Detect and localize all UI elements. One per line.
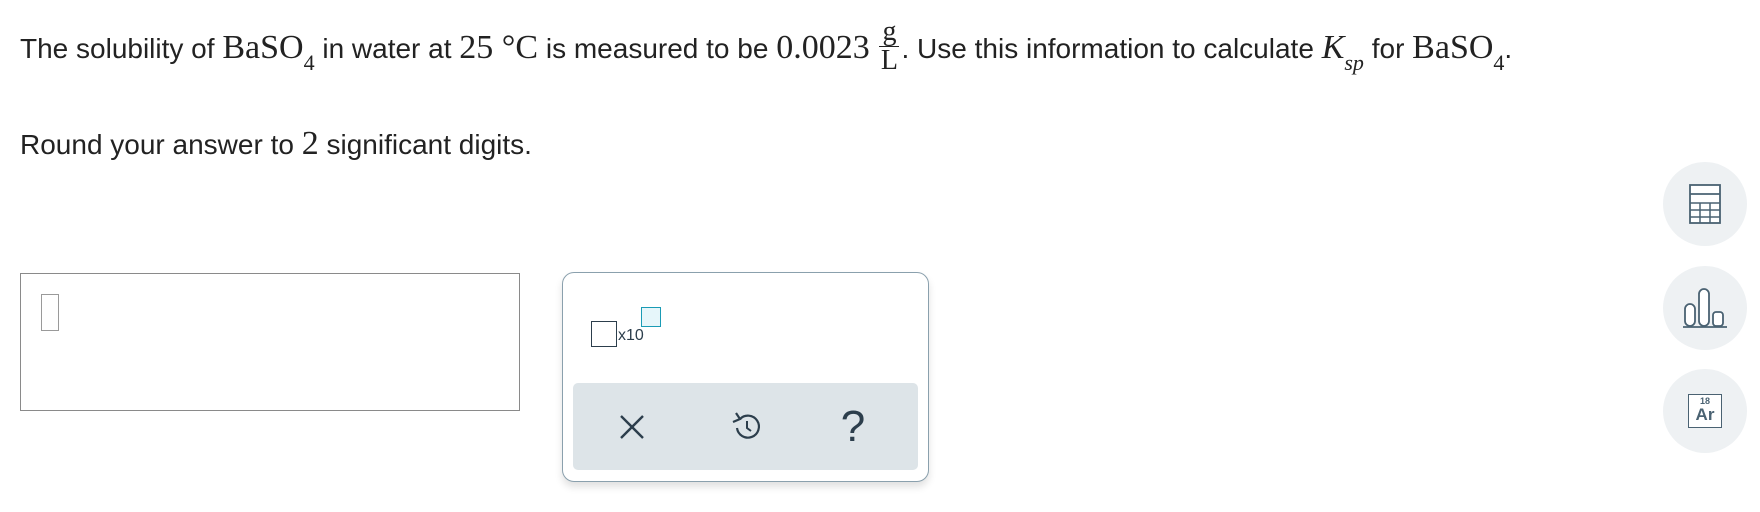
question-text-part: . Use this information to calculate [901, 32, 1322, 64]
compound-formula: BaSO4 [222, 28, 314, 74]
periodic-table-icon: 18 Ar [1688, 394, 1722, 428]
clear-button[interactable] [606, 401, 658, 453]
coefficient-slot-icon [591, 321, 617, 347]
question-text-part: for [1363, 32, 1413, 64]
instruction-text-part: significant digits. [318, 129, 532, 160]
periodic-table-button[interactable]: 18 Ar [1663, 369, 1747, 453]
undo-icon [732, 412, 760, 439]
ksp-symbol: Ksp [1321, 28, 1364, 74]
element-symbol: Ar [1695, 405, 1715, 424]
significant-digits-value: 2 [301, 125, 319, 162]
compound-formula: BaSO4 [1412, 28, 1504, 74]
unit-denominator: L [880, 45, 899, 76]
formula-base: BaSO [1412, 28, 1494, 66]
answer-input[interactable] [20, 273, 520, 411]
question-text: The solubility of BaSO4 in water at 25 °… [20, 18, 1513, 79]
unit-fraction: gL [879, 18, 900, 76]
calculator-button[interactable] [1663, 162, 1747, 246]
undo-button[interactable] [721, 401, 773, 453]
k-letter: K [1321, 28, 1345, 66]
formula-subscript: 4 [1493, 49, 1505, 75]
question-text-part: The solubility of [20, 32, 223, 64]
math-keypad: x10 ? [562, 272, 929, 482]
formula-base: BaSO [222, 28, 304, 66]
solubility-value: 0.0023 [776, 28, 870, 66]
keypad-action-bar: ? [573, 383, 918, 470]
formula-subscript: 4 [303, 49, 315, 75]
question-text-part: is measured to be [538, 32, 777, 64]
bar-chart-icon [1683, 288, 1727, 328]
question-text-part: . [1504, 32, 1513, 64]
unit-numerator: g [879, 18, 900, 47]
rounding-instruction: Round your answer to 2 significant digit… [20, 122, 532, 167]
k-subscript: sp [1344, 49, 1364, 75]
calculator-icon [1689, 184, 1721, 224]
temperature-unit: °C [493, 28, 539, 66]
times-ten-label: x10 [618, 327, 644, 344]
temperature-value: 25 [459, 28, 494, 66]
help-icon: ? [840, 402, 866, 451]
exponent-slot-icon [641, 307, 661, 327]
scientific-notation-button[interactable]: x10 [591, 307, 671, 357]
instruction-text-part: Round your answer to [20, 129, 302, 160]
answer-placeholder-slot[interactable] [41, 294, 59, 331]
help-button[interactable]: ? [827, 401, 879, 453]
close-icon [620, 415, 644, 439]
question-text-part: in water at [314, 32, 460, 64]
data-button[interactable] [1663, 266, 1747, 350]
